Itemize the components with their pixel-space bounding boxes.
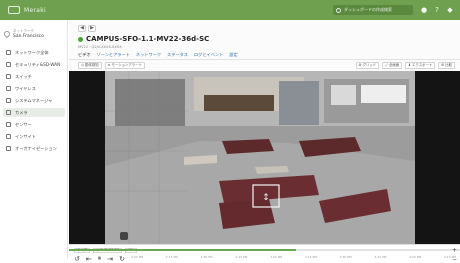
page-title: CAMPUS-SFO-1.1-MV22-36d-SC bbox=[78, 35, 209, 43]
sidebar-item-label: センサー bbox=[15, 121, 32, 127]
timeline-tick: 4:00 PM bbox=[409, 255, 422, 259]
back-button[interactable]: ◀ bbox=[78, 25, 86, 32]
shield-icon bbox=[6, 62, 11, 67]
timeline-scrubber[interactable] bbox=[69, 249, 460, 251]
camera-subtitle: MV22 · Q2JV-XXXX-XXXX bbox=[78, 45, 122, 49]
tab-settings[interactable]: 設定 bbox=[229, 52, 237, 58]
sidebar-item-systems-manager[interactable]: システムマネージャ bbox=[3, 96, 65, 105]
tab-zones-alerts[interactable]: ゾーンとアラート bbox=[97, 52, 130, 58]
motion-alert-button[interactable]: ≡ モーションアラート bbox=[104, 62, 145, 69]
sensor-icon bbox=[6, 122, 11, 127]
sidebar-item-security[interactable]: セキュリティ&SD-WAN bbox=[3, 60, 65, 69]
video-player[interactable]: ↕ bbox=[69, 71, 460, 245]
sidebar-item-organization[interactable]: オーガナイゼーション bbox=[3, 144, 65, 153]
video-toolbar-left: ◎ 動体検知 ≡ モーションアラート bbox=[78, 62, 145, 69]
sidebar-item-camera[interactable]: カメラ bbox=[3, 108, 65, 117]
fullscreen-button[interactable]: ⤢ 全画面 bbox=[382, 62, 403, 69]
history-nav: ◀ ▶ bbox=[78, 25, 96, 32]
timeline-tick: 2:30 PM bbox=[200, 255, 213, 259]
timeline-zoom: + − bbox=[452, 248, 457, 263]
timeline-tick: 3:15 PM bbox=[304, 255, 317, 259]
tab-divider bbox=[69, 59, 460, 60]
switch-icon bbox=[6, 74, 11, 79]
sidebar-item-label: カメラ bbox=[15, 109, 28, 115]
search-icon bbox=[336, 7, 341, 13]
timeline-tick: 3:45 PM bbox=[374, 255, 387, 259]
timeline-tick: 2:15 PM bbox=[165, 255, 178, 259]
timeline-progress bbox=[69, 249, 296, 251]
network-selector[interactable]: ネットワーク San Francisco bbox=[2, 26, 64, 42]
top-bar: Meraki ダッシュボードの作成検索 ● ? ◆ bbox=[0, 0, 460, 20]
sidebar-item-network-wide[interactable]: ネットワーク全体 bbox=[3, 48, 65, 57]
tab-video[interactable]: ビデオ bbox=[78, 52, 91, 58]
svg-text:↕: ↕ bbox=[262, 193, 270, 203]
insight-icon bbox=[6, 134, 11, 139]
main-content: ◀ ▶ CAMPUS-SFO-1.1-MV22-36d-SC MV22 · Q2… bbox=[69, 20, 460, 263]
tab-network[interactable]: ネットワーク bbox=[136, 52, 161, 58]
online-status-icon bbox=[78, 36, 83, 42]
brand-name: Meraki bbox=[24, 6, 46, 14]
camera-feed-image: ↕ bbox=[69, 71, 460, 245]
search-placeholder: ダッシュボードの作成検索 bbox=[344, 7, 392, 12]
help-icon[interactable]: ? bbox=[433, 6, 441, 14]
tab-status[interactable]: ステータス bbox=[167, 52, 188, 58]
device-icon bbox=[6, 98, 11, 103]
sidebar-item-wireless[interactable]: ワイヤレス bbox=[3, 84, 65, 93]
sidebar-item-label: ネットワーク全体 bbox=[15, 49, 49, 55]
timeline-tick: 3:30 PM bbox=[339, 255, 352, 259]
export-button[interactable]: ⬇ エクスポート bbox=[405, 62, 436, 69]
sidebar-item-insight[interactable]: インサイト bbox=[3, 132, 65, 141]
camera-icon bbox=[6, 110, 11, 115]
zoom-in-button[interactable]: + bbox=[452, 248, 457, 254]
timeline-tick: 2:45 PM bbox=[235, 255, 248, 259]
sidebar-item-label: インサイト bbox=[15, 133, 36, 139]
brand[interactable]: Meraki bbox=[8, 5, 46, 15]
sidebar-item-label: オーガナイゼーション bbox=[15, 145, 57, 151]
camera-tabs: ビデオ ゾーンとアラート ネットワーク ステータス ログとイベント 設定 bbox=[78, 52, 238, 58]
sidebar-item-label: スイッチ bbox=[15, 73, 32, 79]
motion-search-button[interactable]: ◎ 動体検知 bbox=[78, 62, 102, 69]
timeline-tick: 2:00 PM bbox=[131, 255, 144, 259]
network-selector-value: San Francisco bbox=[13, 34, 44, 39]
brand-logo-icon bbox=[8, 6, 20, 14]
org-icon bbox=[6, 146, 11, 151]
zoom-out-button[interactable]: − bbox=[452, 257, 457, 263]
sidebar-item-label: システムマネージャ bbox=[15, 97, 53, 103]
bell-icon[interactable]: ◆ bbox=[446, 6, 454, 14]
timeline-tick: 3:00 PM bbox=[270, 255, 283, 259]
wifi-icon bbox=[6, 86, 11, 91]
sidebar-item-switch[interactable]: スイッチ bbox=[3, 72, 65, 81]
sidebar-item-sensor[interactable]: センサー bbox=[3, 120, 65, 129]
sidebar-item-label: セキュリティ&SD-WAN bbox=[15, 61, 61, 67]
tab-logs-events[interactable]: ログとイベント bbox=[194, 52, 223, 58]
video-toolbar-right: ⊞ グリッド ⤢ 全画面 ⬇ エクスポート ⊞ 比較 bbox=[355, 62, 455, 69]
compare-button[interactable]: ⊞ 比較 bbox=[438, 62, 455, 69]
sidebar-item-label: ワイヤレス bbox=[15, 85, 36, 91]
camera-name: CAMPUS-SFO-1.1-MV22-36d-SC bbox=[86, 35, 210, 43]
user-icon[interactable]: ● bbox=[420, 6, 428, 14]
forward-button[interactable]: ▶ bbox=[88, 25, 96, 32]
globe-icon bbox=[6, 50, 11, 55]
sidebar: ネットワーク San Francisco ネットワーク全体 セキュリティ&SD-… bbox=[0, 20, 68, 259]
grid-button[interactable]: ⊞ グリッド bbox=[355, 62, 380, 69]
timeline-ticks: 2:00 PM 2:15 PM 2:30 PM 2:45 PM 3:00 PM … bbox=[131, 255, 456, 259]
location-pin-icon bbox=[2, 29, 12, 39]
search-box[interactable]: ダッシュボードの作成検索 bbox=[333, 5, 413, 15]
